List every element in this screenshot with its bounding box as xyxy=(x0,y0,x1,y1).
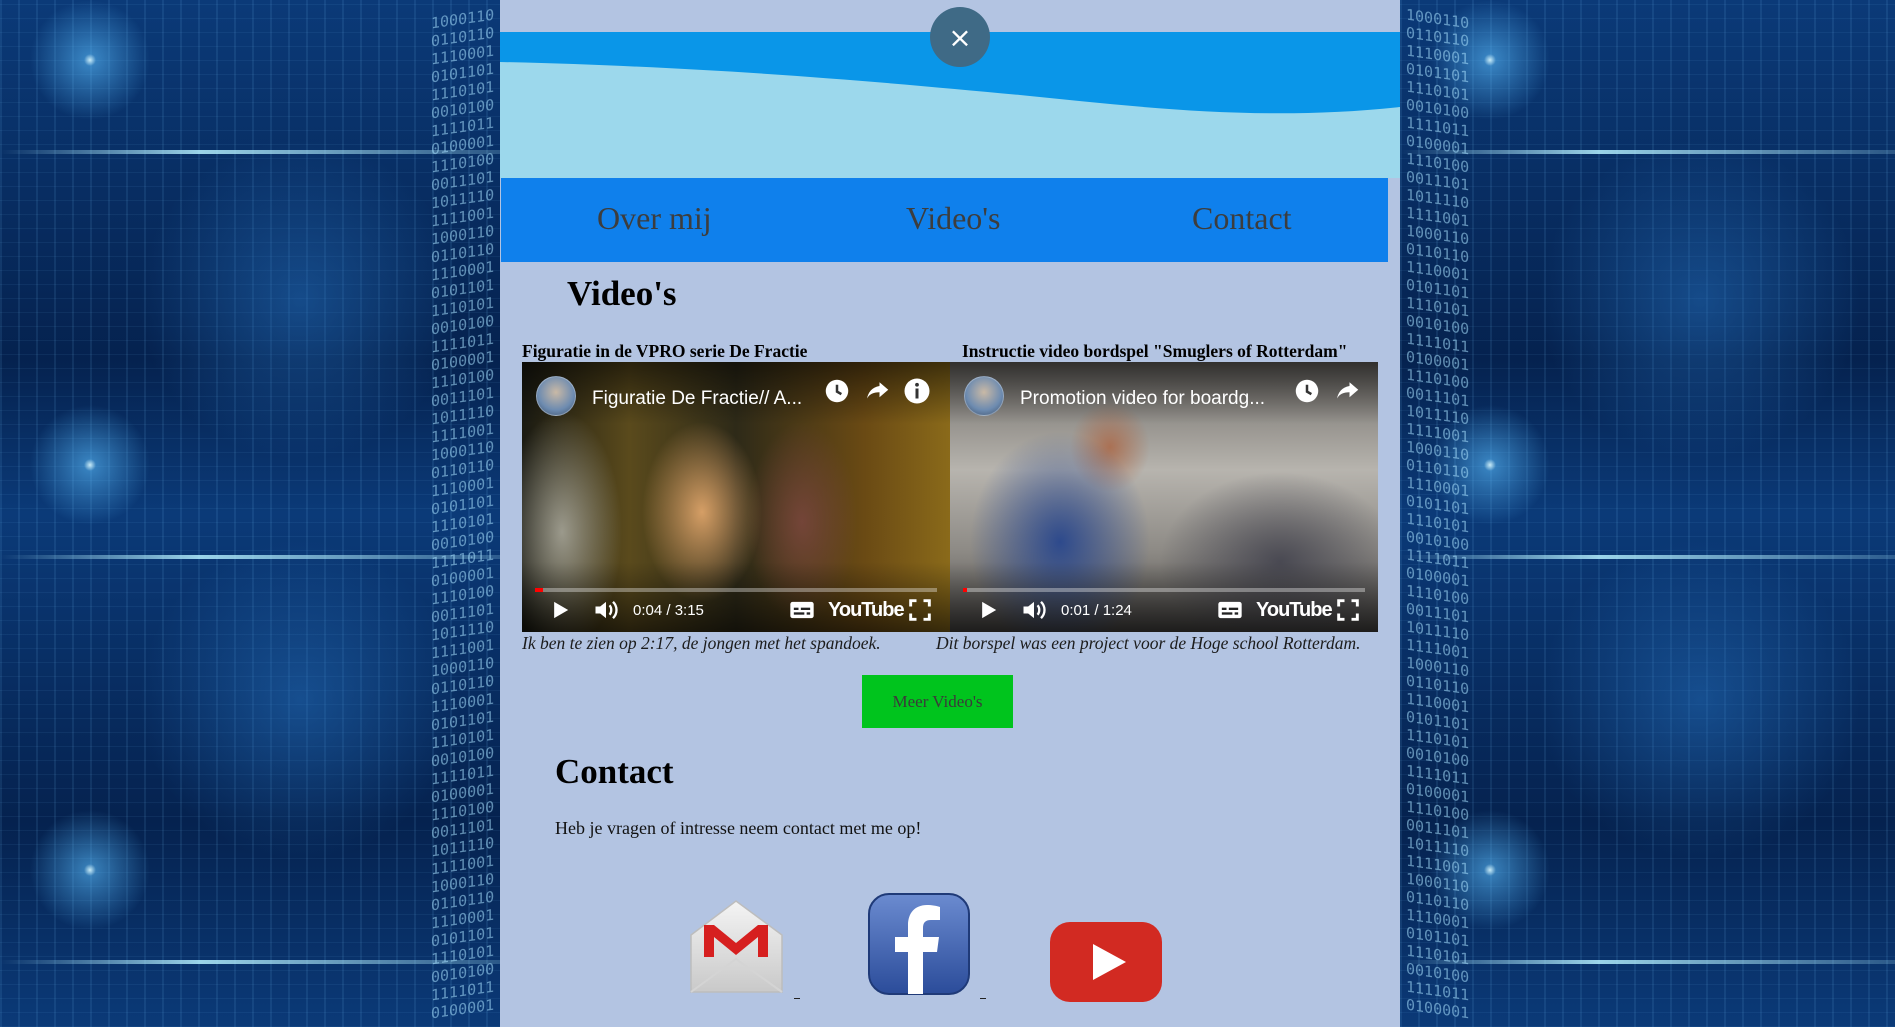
light-streak xyxy=(0,150,500,154)
link-underline xyxy=(980,998,986,999)
subtitles-icon[interactable] xyxy=(1216,596,1244,624)
fullscreen-icon[interactable] xyxy=(906,596,934,624)
light-streak xyxy=(1400,150,1895,154)
link-underline xyxy=(794,998,800,999)
progress-fill xyxy=(535,588,544,592)
more-videos-button[interactable]: Meer Video's xyxy=(862,675,1013,728)
play-icon[interactable] xyxy=(546,596,574,624)
watch-later-icon[interactable] xyxy=(822,376,852,406)
youtube-logo[interactable]: YouTube xyxy=(1256,599,1333,622)
player-video-title[interactable]: Promotion video for boardg... xyxy=(1020,388,1265,410)
youtube-logo[interactable]: YouTube xyxy=(828,599,905,622)
nav-item-over-mij[interactable]: Over mij xyxy=(597,200,712,237)
player-video-title[interactable]: Figuratie De Fractie// A... xyxy=(592,388,802,410)
progress-bar[interactable] xyxy=(535,588,937,592)
light-streak xyxy=(1400,960,1895,964)
progress-bar[interactable] xyxy=(963,588,1365,592)
video-title: Figuratie in de VPRO serie De Fractie xyxy=(522,341,808,361)
close-button[interactable]: × xyxy=(930,7,990,67)
contact-text: Heb je vragen of intresse neem contact m… xyxy=(555,818,922,838)
nav-item-videos[interactable]: Video's xyxy=(906,200,1001,237)
page-content: × Over mij Video's Contact Video's Figur… xyxy=(500,0,1400,1027)
play-icon[interactable] xyxy=(974,596,1002,624)
volume-icon[interactable] xyxy=(1020,596,1048,624)
light-streak xyxy=(0,555,500,559)
video-caption: Dit borspel was een project voor de Hoge… xyxy=(936,633,1361,653)
light-streak xyxy=(0,960,500,964)
gmail-icon[interactable] xyxy=(688,897,785,997)
video-caption: Ik ben te zien op 2:17, de jongen met he… xyxy=(522,633,881,653)
youtube-player[interactable]: Figuratie De Fractie// A... 0:04 / 3:15 … xyxy=(522,362,950,632)
youtube-icon[interactable] xyxy=(1048,920,1164,1004)
videos-heading: Video's xyxy=(567,274,677,313)
share-icon[interactable] xyxy=(1332,376,1362,406)
subtitles-icon[interactable] xyxy=(788,596,816,624)
light-streak xyxy=(1400,555,1895,559)
nav-item-contact[interactable]: Contact xyxy=(1192,200,1292,237)
info-icon[interactable] xyxy=(902,376,932,406)
player-time: 0:04 / 3:15 xyxy=(633,602,704,619)
share-icon[interactable] xyxy=(862,376,892,406)
video-title: Instructie video bordspel "Smuglers of R… xyxy=(962,341,1348,361)
volume-icon[interactable] xyxy=(592,596,620,624)
facebook-icon[interactable] xyxy=(867,892,971,996)
background-left: 1000110 0110110 1110001 0101101 1110101 … xyxy=(0,0,500,1027)
channel-avatar[interactable] xyxy=(964,376,1004,416)
progress-fill xyxy=(963,588,968,592)
binary-digits-decoration: 1000110 0110110 1110001 0101101 1110101 … xyxy=(1406,5,1470,1023)
player-time: 0:01 / 1:24 xyxy=(1061,602,1132,619)
binary-digits-decoration: 1000110 0110110 1110001 0101101 1110101 … xyxy=(430,5,494,1023)
youtube-player[interactable]: Promotion video for boardg... 0:01 / 1:2… xyxy=(950,362,1378,632)
main-nav: Over mij Video's Contact xyxy=(501,178,1388,262)
channel-avatar[interactable] xyxy=(536,376,576,416)
background-right: 1000110 0110110 1110001 0101101 1110101 … xyxy=(1400,0,1895,1027)
fullscreen-icon[interactable] xyxy=(1334,596,1362,624)
contact-heading: Contact xyxy=(555,752,674,791)
watch-later-icon[interactable] xyxy=(1292,376,1322,406)
